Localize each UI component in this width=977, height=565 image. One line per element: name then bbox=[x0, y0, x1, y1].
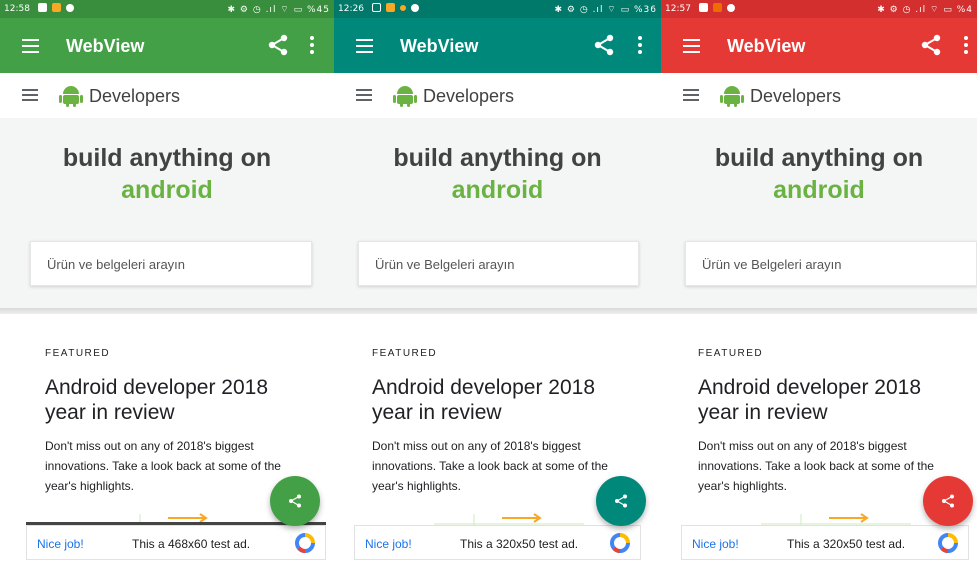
record-notification-icon bbox=[727, 3, 735, 12]
share-icon[interactable] bbox=[266, 33, 290, 57]
ad-nice-job-text[interactable]: Nice job! bbox=[37, 537, 84, 551]
status-bar: 12:26 ✱ ⚙ ◷ .ıl ⌔ ▭ %36 bbox=[334, 0, 661, 18]
more-vert-icon[interactable] bbox=[959, 33, 973, 57]
status-notification-icons bbox=[38, 3, 74, 12]
test-ad-banner[interactable]: Nice job! This a 320x50 test ad. bbox=[354, 525, 641, 560]
hero-android-word: android bbox=[451, 176, 544, 204]
search-placeholder: Ürün ve Belgeleri arayın bbox=[375, 257, 515, 272]
section-divider bbox=[661, 308, 977, 314]
developers-header: Developers bbox=[0, 73, 334, 118]
test-ad-banner[interactable]: Nice job! This a 320x50 test ad. bbox=[681, 525, 969, 560]
status-bar: 12:58 ✱ ⚙ ◷ .ıl ⌔ ▭ %45 bbox=[0, 0, 334, 18]
app-title: WebView bbox=[727, 36, 806, 56]
screenshots-row: 12:58 ✱ ⚙ ◷ .ıl ⌔ ▭ %45 WebView Develope… bbox=[0, 0, 977, 565]
ad-description: This a 320x50 test ad. bbox=[460, 537, 579, 551]
featured-label: FEATURED bbox=[45, 348, 111, 359]
share-fab-icon bbox=[942, 494, 954, 508]
web-menu-icon[interactable] bbox=[683, 87, 701, 103]
app-title: WebView bbox=[400, 36, 479, 56]
developers-label[interactable]: Developers bbox=[89, 86, 180, 107]
android-logo-icon bbox=[393, 86, 417, 107]
ad-description: This a 468x60 test ad. bbox=[132, 537, 251, 551]
more-vert-icon[interactable] bbox=[305, 33, 319, 57]
search-placeholder: Ürün ve belgeleri arayın bbox=[47, 257, 186, 272]
share-fab[interactable] bbox=[270, 476, 320, 526]
android-logo-icon bbox=[59, 86, 83, 107]
gallery-notification-icon bbox=[699, 3, 708, 12]
hero-title: build anything on bbox=[62, 144, 272, 172]
app-notification-icon bbox=[52, 3, 61, 12]
status-system-icons: ✱ ⚙ ◷ .ıl ⌔ ▭ %4 bbox=[877, 5, 973, 15]
app-title: WebView bbox=[66, 36, 145, 56]
section-divider bbox=[334, 308, 661, 314]
hero-android-word: android bbox=[121, 176, 213, 204]
article-description: Don't miss out on any of 2018's biggest … bbox=[45, 439, 281, 493]
status-time: 12:57 bbox=[665, 4, 691, 14]
article-description: Don't miss out on any of 2018's biggest … bbox=[698, 439, 934, 493]
featured-label: FEATURED bbox=[698, 348, 764, 359]
menu-icon[interactable] bbox=[681, 35, 703, 57]
record-notification-icon bbox=[66, 3, 74, 12]
developers-header: Developers bbox=[661, 73, 977, 118]
status-time: 12:58 bbox=[4, 4, 30, 14]
ad-logo-icon[interactable] bbox=[938, 533, 958, 553]
test-ad-banner[interactable]: Nice job! This a 468x60 test ad. bbox=[26, 525, 326, 560]
article-title[interactable]: Android developer 2018 year in review bbox=[698, 375, 958, 425]
article-title[interactable]: Android developer 2018 year in review bbox=[45, 375, 305, 425]
app-toolbar: WebView bbox=[334, 18, 661, 73]
ad-nice-job-text[interactable]: Nice job! bbox=[365, 537, 412, 551]
menu-icon[interactable] bbox=[20, 35, 42, 57]
share-icon[interactable] bbox=[919, 33, 943, 57]
share-icon[interactable] bbox=[592, 33, 616, 57]
ad-nice-job-text[interactable]: Nice job! bbox=[692, 537, 739, 551]
app-toolbar: WebView bbox=[661, 18, 977, 73]
ad-logo-icon[interactable] bbox=[295, 533, 315, 553]
more-vert-icon[interactable] bbox=[633, 33, 647, 57]
cast-notification-icon bbox=[372, 3, 381, 12]
article-description: Don't miss out on any of 2018's biggest … bbox=[372, 439, 608, 493]
share-fab[interactable] bbox=[923, 476, 973, 526]
section-divider bbox=[0, 308, 334, 314]
hero-title: build anything on bbox=[393, 144, 602, 172]
share-fab-icon bbox=[289, 494, 301, 508]
app-toolbar: WebView bbox=[0, 18, 334, 73]
phone-teal: 12:26 ✱ ⚙ ◷ .ıl ⌔ ▭ %36 WebView Develope… bbox=[334, 0, 661, 565]
phone-red: 12:57 ✱ ⚙ ◷ .ıl ⌔ ▭ %4 WebView Developer… bbox=[661, 0, 977, 565]
ad-description: This a 320x50 test ad. bbox=[787, 537, 906, 551]
hero-section: build anything on android Ürün ve belgel… bbox=[0, 118, 334, 310]
search-input[interactable]: Ürün ve belgeleri arayın bbox=[30, 241, 312, 286]
web-menu-icon[interactable] bbox=[356, 87, 374, 103]
android-logo-icon bbox=[720, 86, 744, 107]
search-input[interactable]: Ürün ve Belgeleri arayın bbox=[358, 241, 639, 286]
hero-title: build anything on bbox=[714, 144, 924, 172]
web-menu-icon[interactable] bbox=[22, 87, 40, 103]
status-time: 12:26 bbox=[338, 4, 364, 14]
status-system-icons: ✱ ⚙ ◷ .ıl ⌔ ▭ %36 bbox=[554, 5, 657, 15]
record-notification-icon bbox=[411, 3, 419, 12]
share-fab-icon bbox=[615, 494, 627, 508]
developers-label[interactable]: Developers bbox=[750, 86, 841, 107]
hero-section: build anything on android Ürün ve Belgel… bbox=[661, 118, 977, 310]
app-notification-icon bbox=[386, 3, 395, 12]
search-input[interactable]: Ürün ve Belgeleri arayın bbox=[685, 241, 977, 286]
search-placeholder: Ürün ve Belgeleri arayın bbox=[702, 257, 842, 272]
developers-label[interactable]: Developers bbox=[423, 86, 514, 107]
status-notification-icons bbox=[372, 3, 419, 12]
hero-android-word: android bbox=[773, 176, 865, 204]
menu-icon[interactable] bbox=[354, 35, 376, 57]
ad-logo-icon[interactable] bbox=[610, 533, 630, 553]
status-system-icons: ✱ ⚙ ◷ .ıl ⌔ ▭ %45 bbox=[227, 5, 330, 15]
status-notification-icons bbox=[699, 3, 735, 12]
developers-header: Developers bbox=[334, 73, 661, 118]
status-bar: 12:57 ✱ ⚙ ◷ .ıl ⌔ ▭ %4 bbox=[661, 0, 977, 18]
hero-section: build anything on android Ürün ve Belgel… bbox=[334, 118, 661, 310]
article-title[interactable]: Android developer 2018 year in review bbox=[372, 375, 632, 425]
app-notification-icon bbox=[713, 3, 722, 12]
share-fab[interactable] bbox=[596, 476, 646, 526]
dot-notification-icon bbox=[400, 4, 406, 11]
featured-label: FEATURED bbox=[372, 348, 438, 359]
gallery-notification-icon bbox=[38, 3, 47, 12]
phone-green: 12:58 ✱ ⚙ ◷ .ıl ⌔ ▭ %45 WebView Develope… bbox=[0, 0, 334, 565]
